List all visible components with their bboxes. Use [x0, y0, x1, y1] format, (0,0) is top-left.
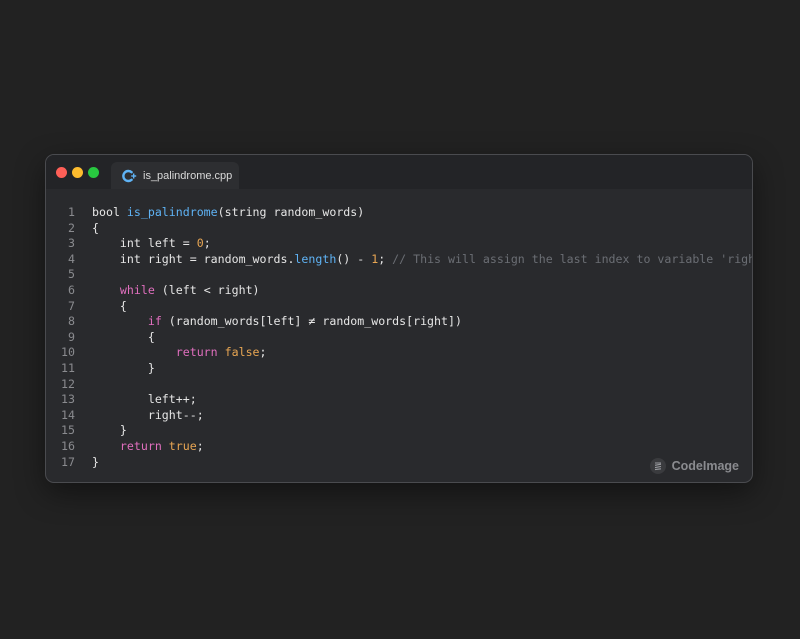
- line-number: 14: [61, 407, 75, 422]
- code-token: length: [294, 251, 337, 266]
- code-text: while (left < right): [92, 283, 260, 299]
- code-text: bool is_palindrome(string random_words): [92, 205, 364, 221]
- code-line: 8 if (random_words[left] ≠ random_words[…: [46, 314, 752, 330]
- code-token: bool: [92, 205, 127, 219]
- code-line: 5: [46, 267, 752, 283]
- code-text: }: [92, 361, 155, 377]
- code-line: 17}: [46, 455, 752, 471]
- code-token: while: [119, 282, 155, 297]
- line-number: 16: [61, 438, 75, 453]
- code-token: // This will assign the last index to va…: [392, 251, 753, 266]
- code-token: int right = random_words.: [92, 251, 295, 266]
- maximize-window-button[interactable]: [88, 167, 99, 178]
- line-number: 10: [61, 345, 75, 360]
- window-titlebar: is_palindrome.cpp: [46, 155, 752, 189]
- code-token: (string random_words): [217, 205, 365, 219]
- code-token: return: [119, 438, 162, 453]
- code-token: return: [175, 345, 218, 360]
- code-token: right--;: [92, 407, 204, 422]
- code-token: {: [92, 220, 99, 235]
- code-text: }: [92, 455, 99, 471]
- code-text: if (random_words[left] ≠ random_words[ri…: [92, 314, 462, 330]
- line-number: 1: [68, 205, 75, 219]
- line-number: 4: [68, 251, 75, 266]
- code-token: }: [92, 360, 155, 375]
- file-tab[interactable]: is_palindrome.cpp: [111, 162, 239, 189]
- code-text: return false;: [92, 345, 267, 361]
- line-number: 2: [68, 220, 75, 235]
- line-number: 11: [61, 360, 75, 375]
- code-text: {: [92, 221, 99, 237]
- code-line: 9 {: [46, 330, 752, 346]
- code-text: {: [92, 330, 155, 346]
- line-number: 13: [61, 392, 75, 407]
- code-token: if: [147, 314, 162, 329]
- code-line: 7 {: [46, 299, 752, 315]
- line-number: 12: [61, 376, 75, 391]
- code-token: {: [92, 298, 127, 313]
- line-number: 7: [68, 298, 75, 313]
- code-line: 6 while (left < right): [46, 283, 752, 299]
- code-line: 15 }: [46, 423, 752, 439]
- code-token: }: [92, 423, 127, 438]
- code-token: ;: [203, 236, 211, 251]
- minimize-window-button[interactable]: [72, 167, 83, 178]
- brand-watermark: CodeImage: [649, 458, 739, 474]
- line-number: 3: [68, 236, 75, 251]
- code-text: int left = 0;: [92, 236, 211, 252]
- code-text: {: [92, 299, 127, 315]
- code-line: 10 return false;: [46, 345, 752, 361]
- code-text: right--;: [92, 408, 204, 424]
- brand-label: CodeImage: [671, 459, 739, 473]
- cpp-file-icon: [122, 169, 137, 182]
- code-token: true: [168, 438, 197, 453]
- code-line: 11 }: [46, 361, 752, 377]
- code-text: }: [92, 423, 127, 439]
- codeimage-logo-icon: [649, 458, 666, 474]
- code-token: {: [92, 329, 155, 344]
- code-line: 2{: [46, 221, 752, 237]
- line-number: 6: [68, 282, 75, 297]
- code-token: false: [224, 345, 260, 360]
- code-line: 13 left++;: [46, 392, 752, 408]
- line-number: 9: [68, 329, 75, 344]
- code-window: is_palindrome.cpp 1 bool is_palindrome(st…: [45, 154, 753, 483]
- code-text: return true;: [92, 439, 204, 455]
- file-tab-label: is_palindrome.cpp: [143, 169, 233, 182]
- code-token: ;: [378, 251, 393, 266]
- code-text: left++;: [92, 392, 197, 408]
- code-editor[interactable]: 1 bool is_palindrome(string random_words)…: [46, 205, 752, 470]
- code-line: 1 bool is_palindrome(string random_words): [46, 205, 752, 221]
- code-line: 16 return true;: [46, 439, 752, 455]
- code-token: is_palindrome: [126, 205, 218, 219]
- code-token: (random_words[left] ≠ random_words[right…: [161, 314, 462, 329]
- code-token: (left < right): [154, 282, 260, 297]
- code-token: () -: [336, 251, 372, 266]
- line-number: 8: [68, 314, 75, 329]
- code-token: 0: [196, 236, 204, 251]
- line-number: 15: [61, 423, 75, 438]
- code-line: 12: [46, 377, 752, 393]
- code-token: ;: [259, 345, 267, 360]
- code-token: }: [92, 454, 99, 469]
- code-token: left++;: [92, 392, 197, 407]
- line-number: 5: [68, 267, 75, 282]
- close-window-button[interactable]: [56, 167, 67, 178]
- line-number: 17: [61, 454, 75, 469]
- code-line: 14 right--;: [46, 408, 752, 424]
- code-token: ;: [196, 438, 204, 453]
- code-line: 3 int left = 0;: [46, 236, 752, 252]
- code-token: int left =: [92, 236, 197, 251]
- code-text: int right = random_words.length() - 1; /…: [92, 251, 753, 268]
- code-line: 4 int right = random_words.length() - 1;…: [46, 252, 752, 268]
